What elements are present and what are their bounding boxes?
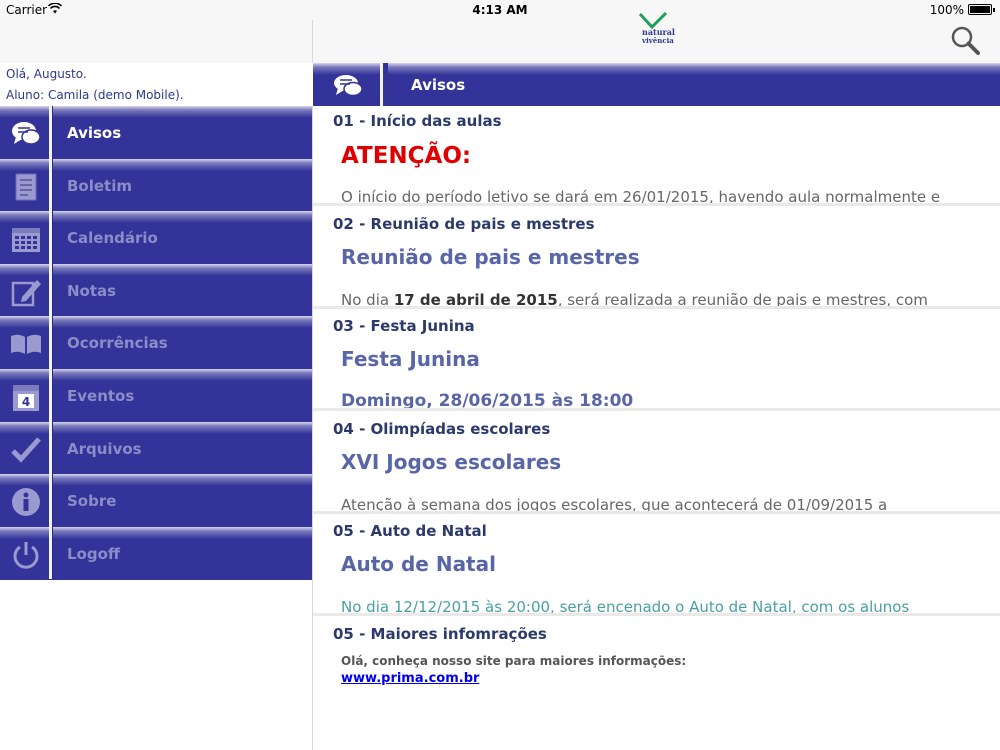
status-bar: Carrier 4:13 AM 100% <box>0 0 1000 20</box>
battery-percent: 100% <box>929 3 964 17</box>
power-icon <box>13 541 39 569</box>
sidebar-item-calendario[interactable]: Calendário <box>0 211 313 264</box>
notice-heading: Auto de Natal <box>341 552 496 576</box>
notice-item[interactable]: 05 - Auto de Natal Auto de Natal No dia … <box>313 516 1000 616</box>
student-name: Aluno: Camila (demo Mobile). <box>6 88 184 102</box>
notice-heading: ATENÇÃO: <box>341 143 472 169</box>
page-title: Avisos <box>411 76 466 94</box>
open-book-icon <box>11 335 41 355</box>
top-bar: Carrier 4:13 AM 100% natural vivência <box>0 0 1000 63</box>
sidebar-item-label: Notas <box>67 281 117 300</box>
chat-bubbles-icon <box>334 75 363 97</box>
notice-body: Olá, conheça nosso site para maiores inf… <box>341 654 687 668</box>
sidebar-item-sobre[interactable]: Sobre <box>0 474 313 527</box>
checkmark-icon <box>11 436 41 463</box>
edit-note-icon <box>11 279 41 307</box>
logo-text-2: vivência <box>642 36 674 45</box>
notice-title: 05 - Maiores infomrações <box>333 625 547 643</box>
content-header: Avisos <box>313 63 1000 106</box>
sidebar-item-logoff[interactable]: Logoff <box>0 526 313 580</box>
event-calendar-icon: 4 <box>13 384 39 411</box>
user-greeting: Olá, Augusto. <box>6 67 87 81</box>
notice-heading: XVI Jogos escolares <box>341 449 562 474</box>
notice-heading: Festa Junina <box>341 347 480 371</box>
sidebar-item-label: Avisos <box>67 124 122 142</box>
sidebar-item-label: Eventos <box>67 386 135 405</box>
sidebar-item-eventos[interactable]: 4 Eventos <box>0 368 313 422</box>
user-info: Olá, Augusto. Aluno: Camila (demo Mobile… <box>0 63 313 106</box>
clock: 4:13 AM <box>472 3 528 17</box>
calendar-icon <box>12 228 40 253</box>
chat-bubbles-icon <box>12 122 41 145</box>
notice-item[interactable]: 03 - Festa Junina Festa Junina Domingo, … <box>313 311 1000 411</box>
notice-item[interactable]: 02 - Reunião de pais e mestres Reunião d… <box>313 209 1000 309</box>
document-icon <box>15 173 37 201</box>
svg-text:4: 4 <box>22 395 30 409</box>
notice-item[interactable]: 01 - Início das aulas ATENÇÃO: O início … <box>313 106 1000 206</box>
notice-item[interactable]: 04 - Olimpíadas escolares XVI Jogos esco… <box>313 414 1000 514</box>
notice-title: 03 - Festa Junina <box>333 317 475 335</box>
notice-list: 01 - Início das aulas ATENÇÃO: O início … <box>313 106 1000 750</box>
notice-body: No dia 17 de abril de 2015, será realiza… <box>341 290 928 309</box>
website-link[interactable]: www.prima.com.br <box>341 671 479 686</box>
notice-heading: Reunião de pais e mestres <box>341 244 640 269</box>
school-logo: natural vivência <box>630 12 675 52</box>
sidebar-item-boletim[interactable]: Boletim <box>0 158 313 212</box>
notice-body: Domingo, 28/06/2015 às 18:00 <box>341 391 634 411</box>
info-icon <box>12 488 40 517</box>
sidebar-item-label: Boletim <box>67 176 132 195</box>
notice-body: O início do período letivo se dará em 26… <box>341 188 941 206</box>
notice-title: 01 - Início das aulas <box>333 112 502 130</box>
search-icon[interactable] <box>950 25 982 57</box>
notice-title: 02 - Reunião de pais e mestres <box>333 214 595 233</box>
sidebar-item-arquivos[interactable]: Arquivos <box>0 421 313 475</box>
sidebar-item-label: Sobre <box>67 492 117 511</box>
sidebar-item-label: Calendário <box>67 229 158 248</box>
sidebar-item-ocorrencias[interactable]: Ocorrências <box>0 316 313 369</box>
sidebar-item-label: Arquivos <box>67 439 142 458</box>
sidebar-item-avisos[interactable]: Avisos <box>0 106 313 159</box>
battery-icon <box>968 4 995 15</box>
notice-body: No dia 12/12/2015 às 20:00, será encenad… <box>341 598 910 616</box>
sidebar-item-notas[interactable]: Notas <box>0 263 313 317</box>
sidebar: Avisos Boletim Calendário Notas Ocorrênc… <box>0 106 313 580</box>
sidebar-item-label: Ocorrências <box>67 334 168 353</box>
header-divider <box>312 20 313 63</box>
notice-title: 04 - Olimpíadas escolares <box>333 419 551 438</box>
notice-body: Atenção à semana dos jogos escolares, qu… <box>341 495 888 514</box>
sidebar-item-label: Logoff <box>67 544 121 563</box>
notice-title: 05 - Auto de Natal <box>333 522 487 540</box>
